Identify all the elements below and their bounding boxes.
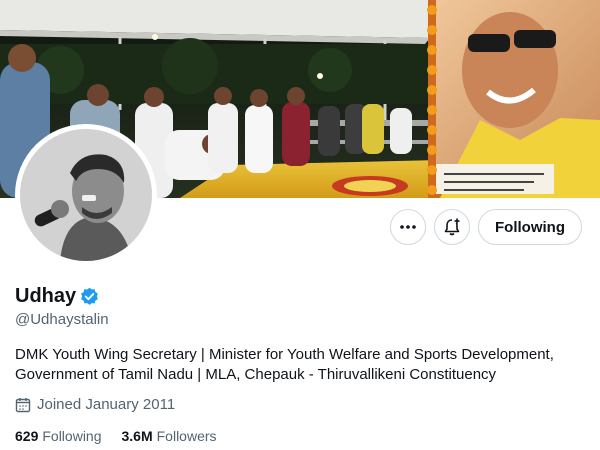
- display-name: Udhay: [15, 285, 77, 307]
- profile-avatar[interactable]: [15, 124, 157, 266]
- followers-count: 3.6M: [121, 428, 153, 444]
- following-label: Following: [42, 428, 102, 444]
- notifications-button[interactable]: [434, 209, 471, 245]
- calendar-icon: [15, 397, 31, 412]
- followers-label: Followers: [156, 428, 217, 444]
- following-stat-link[interactable]: 629 Following: [15, 428, 102, 444]
- more-button[interactable]: [390, 209, 427, 245]
- profile-name-row: Udhay: [15, 285, 99, 308]
- following-button[interactable]: Following: [478, 209, 582, 245]
- joined-text: Joined January 2011: [37, 396, 176, 413]
- more-horizontal-icon: [400, 225, 416, 229]
- profile-actions: Following: [390, 209, 582, 245]
- profile-stats: 629 Following 3.6M Followers: [15, 428, 217, 444]
- profile-handle: @Udhaystalin: [15, 311, 109, 328]
- following-count: 629: [15, 428, 39, 444]
- followers-stat-link[interactable]: 3.6M Followers: [122, 428, 217, 444]
- verified-badge-icon[interactable]: [80, 287, 99, 306]
- bell-plus-icon: [444, 218, 460, 236]
- joined-date: Joined January 2011: [15, 396, 175, 413]
- profile-bio: DMK Youth Wing Secretary | Minister for …: [15, 346, 554, 383]
- avatar-image: [20, 129, 152, 261]
